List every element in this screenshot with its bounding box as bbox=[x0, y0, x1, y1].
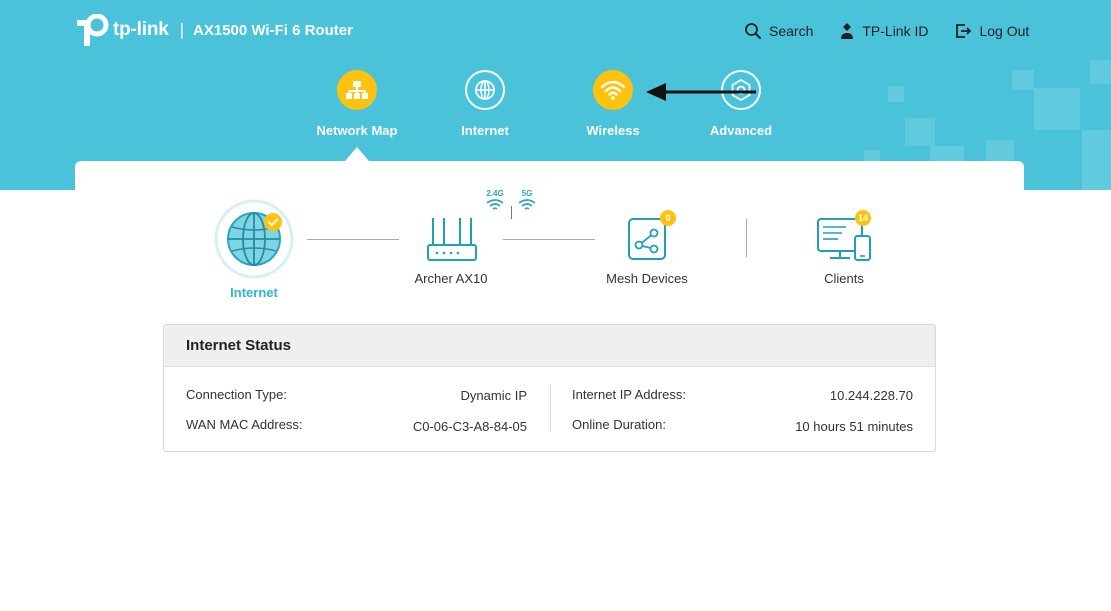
connection-type-value: Dynamic IP bbox=[460, 388, 527, 403]
wan-mac-value: C0-06-C3-A8-84-05 bbox=[412, 419, 527, 434]
person-icon bbox=[841, 23, 854, 39]
header-decoration bbox=[888, 86, 904, 102]
topology-router-label: Archer AX10 bbox=[414, 271, 488, 286]
search-link-label: Search bbox=[769, 23, 814, 39]
band-separator bbox=[511, 206, 512, 219]
connector-line bbox=[307, 239, 399, 240]
internet-ip-value: 10.244.228.70 bbox=[829, 388, 913, 403]
logo-text: tp-link bbox=[113, 19, 169, 40]
wifi-band-5[interactable]: 5G bbox=[515, 189, 539, 217]
header-decoration bbox=[1012, 70, 1034, 90]
wan-mac-label: WAN MAC Address: bbox=[186, 417, 303, 432]
network-map-icon bbox=[337, 70, 377, 110]
topology-clients[interactable]: 14 Clients bbox=[794, 210, 894, 286]
clients-count-badge: 14 bbox=[855, 210, 871, 226]
nav-network-map-label: Network Map bbox=[316, 123, 398, 138]
tp-link-id-label: TP-Link ID bbox=[862, 23, 929, 39]
header-decoration bbox=[986, 140, 1014, 162]
log-out-label: Log Out bbox=[979, 23, 1030, 39]
connector-line bbox=[503, 239, 595, 240]
topology-internet[interactable]: Internet bbox=[214, 199, 294, 300]
mesh-count-badge: 0 bbox=[660, 210, 676, 226]
online-duration-label: Online Duration: bbox=[572, 417, 666, 432]
mesh-icon bbox=[628, 218, 666, 260]
wifi-band-24[interactable]: 2.4G bbox=[483, 189, 507, 217]
active-nav-caret bbox=[345, 147, 369, 161]
tp-link-logo: tp-link | AX1500 Wi-Fi 6 Router bbox=[75, 14, 353, 46]
internet-status-body: Connection Type: Dynamic IP WAN MAC Addr… bbox=[164, 367, 935, 451]
globe-icon bbox=[465, 70, 505, 110]
topology-mesh-label: Mesh Devices bbox=[606, 271, 688, 286]
online-duration-value: 10 hours 51 minutes bbox=[795, 419, 913, 434]
wifi-24-icon bbox=[486, 199, 504, 210]
router-model: AX1500 Wi-Fi 6 Router bbox=[193, 21, 353, 39]
wifi-5-icon bbox=[518, 199, 536, 210]
nav-wireless-label: Wireless bbox=[586, 123, 640, 138]
nav-internet-label: Internet bbox=[461, 123, 509, 138]
annotation-arrow bbox=[646, 83, 756, 101]
logo-separator: | bbox=[179, 20, 185, 39]
nav-internet[interactable]: Internet bbox=[430, 70, 540, 138]
main-card: Internet Archer AX10 2.4G 5G 0 Mesh Devi… bbox=[75, 161, 1024, 611]
header-decoration bbox=[1090, 60, 1111, 84]
internet-ip-label: Internet IP Address: bbox=[572, 387, 686, 402]
header-decoration bbox=[1034, 88, 1080, 130]
topology-clients-label: Clients bbox=[824, 271, 864, 286]
connection-type-label: Connection Type: bbox=[186, 387, 287, 402]
search-icon bbox=[745, 23, 761, 39]
log-out-link[interactable]: Log Out bbox=[954, 22, 1029, 40]
band-24-label: 2.4G bbox=[486, 189, 504, 198]
nav-advanced-label: Advanced bbox=[709, 123, 773, 138]
search-link[interactable]: Search bbox=[744, 22, 813, 40]
tp-link-id-link[interactable]: TP-Link ID bbox=[839, 22, 928, 40]
topology-mesh-devices[interactable]: 0 Mesh Devices bbox=[597, 210, 697, 286]
nav-network-map[interactable]: Network Map bbox=[302, 70, 412, 138]
check-badge-icon bbox=[264, 213, 282, 231]
header-decoration bbox=[905, 118, 935, 146]
topology-router[interactable]: Archer AX10 bbox=[401, 213, 501, 286]
topology-separator bbox=[746, 219, 747, 257]
globe-icon bbox=[214, 199, 294, 279]
status-column-separator bbox=[550, 384, 551, 432]
tp-link-logo-icon bbox=[77, 14, 109, 46]
wifi-icon bbox=[593, 70, 633, 110]
logout-icon bbox=[956, 24, 972, 38]
router-icon bbox=[427, 218, 477, 261]
topology-internet-label: Internet bbox=[230, 285, 278, 300]
internet-status-title: Internet Status bbox=[164, 325, 935, 367]
internet-status-panel: Internet Status Connection Type: Dynamic… bbox=[163, 324, 936, 452]
top-links: Search TP-Link ID Log Out bbox=[744, 22, 1055, 40]
band-5-label: 5G bbox=[521, 189, 533, 198]
header-decoration bbox=[1082, 130, 1111, 190]
